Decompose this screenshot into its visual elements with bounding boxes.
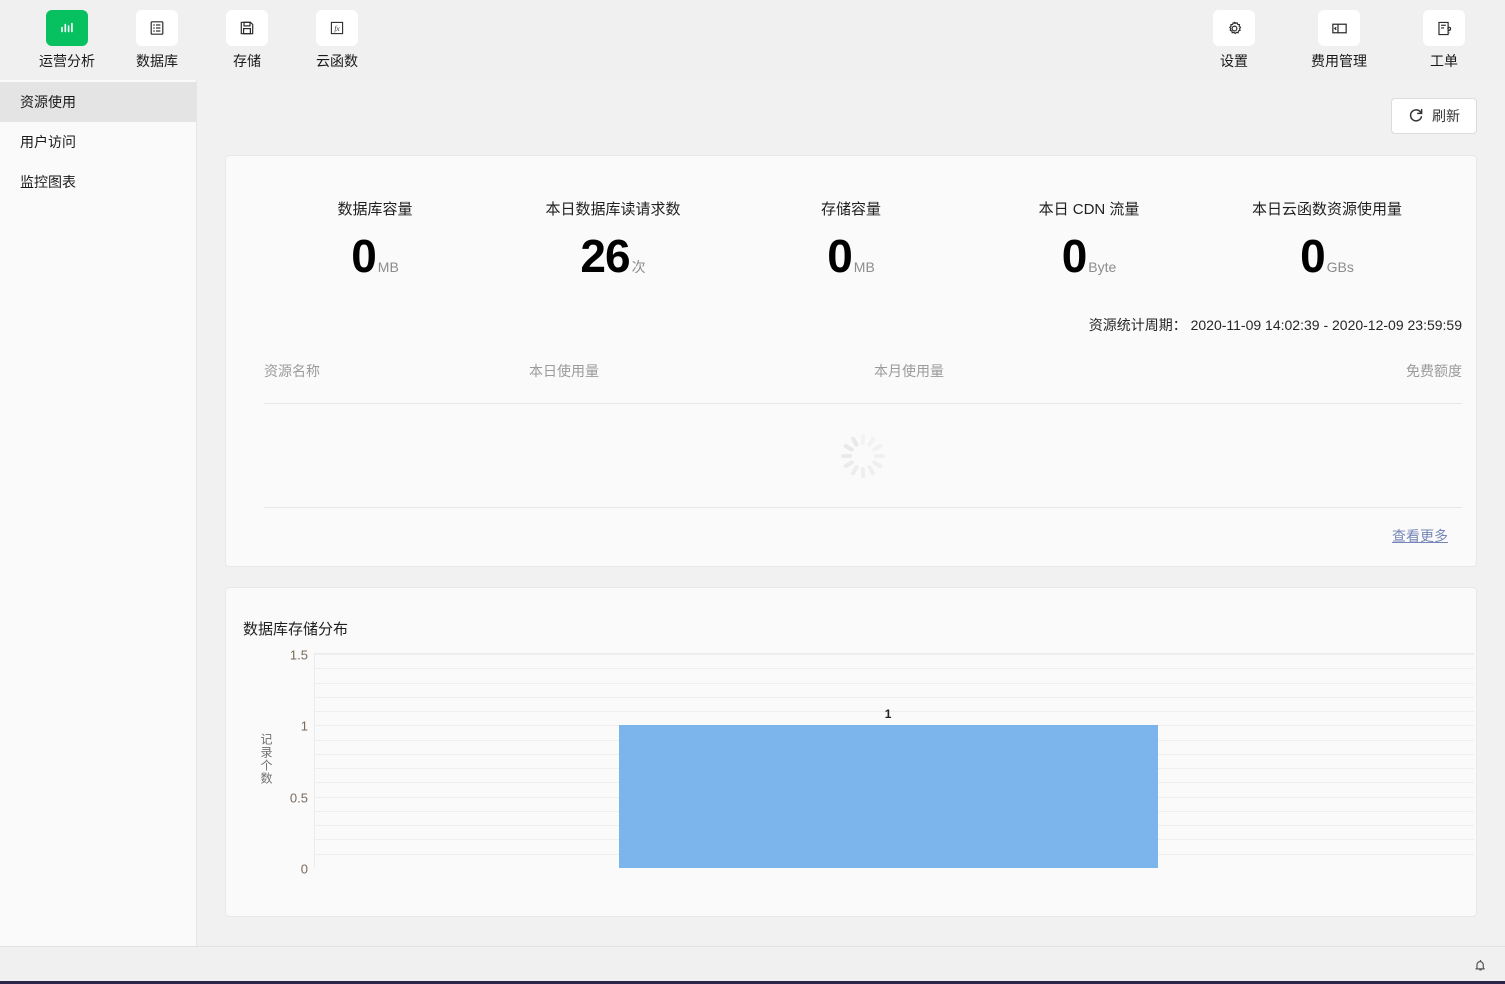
sidebar-item-resource-usage[interactable]: 资源使用 xyxy=(0,82,196,122)
table-header-resource-name: 资源名称 xyxy=(264,363,320,379)
stat-unit: GBs xyxy=(1326,259,1354,275)
refresh-row: 刷新 xyxy=(225,80,1477,134)
refresh-button-label: 刷新 xyxy=(1432,108,1460,124)
chart-y-ticks: 1.5 1 0.5 0 xyxy=(272,648,308,877)
stat-db-read-requests: 本日数据库读请求数 26 次 xyxy=(494,198,732,279)
table-header-monthly-usage: 本月使用量 xyxy=(874,363,944,379)
toolbar-item-operation-analysis[interactable]: 运营分析 xyxy=(36,10,98,71)
app-window: 运营分析 数据库 存储 fx 云函数 设置 费用管理 工单 资源使用 用户访问 … xyxy=(0,0,1505,984)
table-header-row: 资源名称 本日使用量 本月使用量 免费额度 xyxy=(264,361,1462,404)
app-body: 资源使用 用户访问 监控图表 刷新 数据库容量 0 MB 本日数据库读请求数 2… xyxy=(0,80,1505,946)
stat-number: 0 xyxy=(1061,230,1088,282)
stat-value: 0 GBs xyxy=(1300,233,1354,279)
database-list-icon[interactable] xyxy=(136,10,178,46)
save-disk-icon[interactable] xyxy=(226,10,268,46)
resource-summary-card: 数据库容量 0 MB 本日数据库读请求数 26 次 存储容量 0 MB 本日 C… xyxy=(225,155,1477,567)
stat-db-capacity: 数据库容量 0 MB xyxy=(256,198,494,279)
chart-gridline xyxy=(315,711,1474,713)
sidebar-item-label: 资源使用 xyxy=(20,94,76,110)
stat-value: 0 MB xyxy=(827,233,875,279)
table-header-daily-usage: 本日使用量 xyxy=(529,363,599,379)
table-header-free-quota: 免费额度 xyxy=(1406,363,1462,379)
stat-unit: MB xyxy=(377,259,399,275)
stat-title: 本日 CDN 流量 xyxy=(1038,201,1140,218)
stat-value: 26 次 xyxy=(580,233,645,279)
table-body-loading xyxy=(264,404,1462,508)
toolbar-right-group: 设置 费用管理 工单 xyxy=(1203,10,1475,71)
gear-icon[interactable] xyxy=(1213,10,1255,46)
toolbar-item-label: 存储 xyxy=(233,53,261,69)
toolbar-item-ticket[interactable]: 工单 xyxy=(1413,10,1475,71)
chart-plot-area: 1 xyxy=(314,653,1474,868)
stat-title: 本日云函数资源使用量 xyxy=(1251,201,1402,218)
toolbar-item-cloud-function[interactable]: fx 云函数 xyxy=(306,10,368,71)
loading-spinner-icon xyxy=(840,433,886,479)
top-toolbar: 运营分析 数据库 存储 fx 云函数 设置 费用管理 工单 xyxy=(0,0,1505,80)
stat-title: 数据库容量 xyxy=(337,201,413,218)
toolbar-item-label: 运营分析 xyxy=(39,53,95,69)
toolbar-item-database[interactable]: 数据库 xyxy=(126,10,188,71)
toolbar-item-label: 数据库 xyxy=(136,53,178,69)
chart-y-tick: 0.5 xyxy=(289,790,308,806)
chart-gridline xyxy=(315,696,1474,698)
chart-bar[interactable] xyxy=(618,725,1158,868)
stat-cloud-function-usage: 本日云函数资源使用量 0 GBs xyxy=(1208,198,1446,279)
sidebar: 资源使用 用户访问 监控图表 xyxy=(0,80,197,946)
view-more-link[interactable]: 查看更多 xyxy=(1392,528,1448,544)
billing-panel-icon[interactable] xyxy=(1318,10,1360,46)
stat-cdn-traffic: 本日 CDN 流量 0 Byte xyxy=(970,198,1208,279)
toolbar-item-label: 工单 xyxy=(1430,53,1458,69)
chart-bar-value-label: 1 xyxy=(884,707,892,722)
stat-storage-capacity: 存储容量 0 MB xyxy=(732,198,970,279)
bar-chart-icon[interactable] xyxy=(46,10,88,46)
chart-gridline xyxy=(315,668,1474,670)
chart-y-tick: 0 xyxy=(300,861,308,877)
bell-icon[interactable] xyxy=(1472,957,1489,974)
function-fx-icon[interactable]: fx xyxy=(316,10,358,46)
chart-title: 数据库存储分布 xyxy=(243,621,349,638)
stat-value: 0 MB xyxy=(351,233,399,279)
stat-unit: MB xyxy=(853,259,875,275)
stat-title: 本日数据库读请求数 xyxy=(545,201,681,218)
chart-gridline xyxy=(315,654,1474,655)
stat-value: 0 Byte xyxy=(1062,233,1117,279)
sidebar-item-label: 监控图表 xyxy=(20,174,76,190)
main-scrollbar[interactable] xyxy=(1497,80,1505,946)
toolbar-item-label: 费用管理 xyxy=(1311,53,1367,69)
stats-row: 数据库容量 0 MB 本日数据库读请求数 26 次 存储容量 0 MB 本日 C… xyxy=(226,156,1476,285)
svg-text:fx: fx xyxy=(334,24,340,33)
stat-number: 0 xyxy=(827,230,853,282)
refresh-icon xyxy=(1408,107,1424,126)
database-storage-chart-card: 数据库存储分布 记录个数 1.5 1 0.5 0 1 xyxy=(225,587,1477,917)
stat-unit: Byte xyxy=(1088,259,1117,275)
chart-gridline xyxy=(315,682,1474,684)
sidebar-item-monitor-charts[interactable]: 监控图表 xyxy=(0,162,196,202)
chart-y-tick: 1 xyxy=(300,718,308,734)
stat-number: 0 xyxy=(351,230,377,282)
toolbar-item-storage[interactable]: 存储 xyxy=(216,10,278,71)
stat-title: 存储容量 xyxy=(820,201,881,218)
view-more-row: 查看更多 xyxy=(264,508,1462,566)
ticket-question-icon[interactable] xyxy=(1423,10,1465,46)
sidebar-item-label: 用户访问 xyxy=(20,134,76,150)
stat-unit: 次 xyxy=(631,259,646,275)
main-content: 刷新 数据库容量 0 MB 本日数据库读请求数 26 次 存储容量 0 MB 本… xyxy=(197,80,1505,946)
refresh-button[interactable]: 刷新 xyxy=(1391,98,1477,134)
chart-area: 记录个数 1.5 1 0.5 0 1 xyxy=(226,648,1476,903)
stat-number: 0 xyxy=(1300,230,1326,282)
toolbar-item-label: 云函数 xyxy=(316,53,358,69)
toolbar-item-settings[interactable]: 设置 xyxy=(1203,10,1265,71)
resource-table: 资源名称 本日使用量 本月使用量 免费额度 查看更多 xyxy=(226,335,1476,566)
toolbar-item-billing[interactable]: 费用管理 xyxy=(1303,10,1375,71)
status-bar xyxy=(0,946,1505,984)
toolbar-item-label: 设置 xyxy=(1220,53,1248,69)
stat-number: 26 xyxy=(580,230,630,282)
statistics-period-text: 资源统计周期： 2020-11-09 14:02:39 - 2020-12-09… xyxy=(1088,317,1462,333)
sidebar-item-user-access[interactable]: 用户访问 xyxy=(0,122,196,162)
chart-y-tick: 1.5 xyxy=(289,647,308,663)
toolbar-left-group: 运营分析 数据库 存储 fx 云函数 xyxy=(36,10,368,71)
